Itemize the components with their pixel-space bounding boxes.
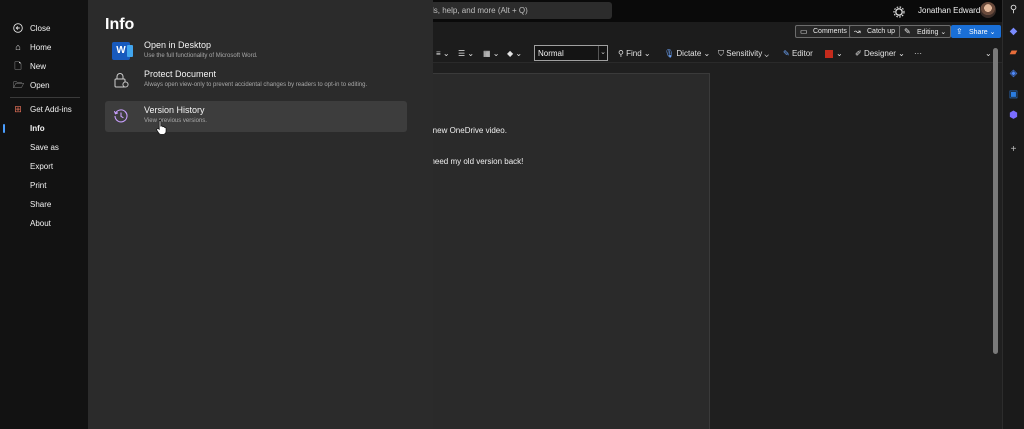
- teams-icon[interactable]: ⬢: [1008, 110, 1019, 121]
- nav-close-label: Close: [30, 24, 51, 33]
- option-title: Version History: [144, 105, 205, 115]
- nav-print[interactable]: Print: [0, 176, 88, 195]
- nav-open[interactable]: 🗁 Open: [0, 76, 88, 95]
- settings-gear-icon[interactable]: [893, 5, 905, 18]
- dictate-label: Dictate: [676, 49, 702, 58]
- share-icon: ⇪: [956, 27, 963, 36]
- microphone-icon: 🎙: [664, 49, 675, 58]
- nav-home[interactable]: ⌂ Home: [0, 38, 88, 57]
- borders-icon[interactable]: ▦ ⌄: [483, 47, 499, 60]
- collapse-ribbon-icon[interactable]: ⌄: [985, 47, 992, 60]
- protect-document-option[interactable]: Protect Document Always open view-only t…: [105, 65, 407, 96]
- home-icon: ⌂: [15, 42, 21, 52]
- backstage-nav: Close ⌂ Home 🗋 New 🗁 Open ⊞ Get Add-ins …: [0, 0, 88, 429]
- nav-print-label: Print: [30, 181, 47, 190]
- chevron-down-icon[interactable]: ⌄: [598, 46, 607, 60]
- page-title: Info: [105, 16, 135, 33]
- catch-up-button[interactable]: ↝ Catch up: [849, 25, 901, 38]
- nav-new[interactable]: 🗋 New: [0, 57, 88, 76]
- nav-info[interactable]: Info: [0, 119, 88, 138]
- chevron-down-icon: ⌄: [989, 29, 996, 36]
- nav-open-label: Open: [30, 81, 50, 90]
- nav-save-as-label: Save as: [30, 143, 59, 152]
- designer-icon: ✐: [855, 49, 862, 58]
- new-document-icon: 🗋: [14, 61, 22, 71]
- designer-button[interactable]: ✐ Designer ⌄: [855, 47, 905, 60]
- style-dropdown[interactable]: Normal ⌄: [534, 45, 608, 61]
- comments-label: Comments: [813, 28, 847, 35]
- hand-cursor-icon: [156, 119, 168, 135]
- editor-icon: ✎: [783, 49, 790, 58]
- share-button[interactable]: ⇪ Share ⌄: [951, 25, 1001, 38]
- editor-label: Editor: [791, 49, 813, 58]
- office-icon[interactable]: ▰: [1008, 47, 1019, 58]
- style-value: Normal: [538, 49, 564, 58]
- nav-export-label: Export: [30, 162, 54, 171]
- editing-label: Editing: [917, 29, 939, 36]
- lock-document-icon: [112, 71, 130, 89]
- comment-icon: ▭: [800, 27, 808, 36]
- sensitivity-icon: ⛉: [718, 49, 724, 58]
- info-panel: Info W Open in Desktop Use the full func…: [88, 0, 433, 429]
- nav-new-label: New: [30, 62, 47, 71]
- find-label: Find: [626, 49, 642, 58]
- option-description: Use the full functionality of Microsoft …: [144, 53, 258, 59]
- chevron-down-icon: ⌄: [940, 29, 947, 36]
- find-button[interactable]: ⚲ Find ⌄: [618, 47, 651, 60]
- comments-button[interactable]: ▭ Comments: [795, 25, 852, 38]
- nav-get-add-ins[interactable]: ⊞ Get Add-ins: [0, 100, 88, 119]
- dictate-button[interactable]: 🎙 Dictate ⌄: [664, 47, 710, 60]
- document-text-line[interactable]: e new OneDrive video.: [426, 126, 507, 135]
- history-clock-icon: [112, 107, 130, 125]
- designer-label: Designer: [863, 49, 896, 58]
- nav-about[interactable]: About: [0, 214, 88, 233]
- more-options-button[interactable]: ···: [914, 47, 922, 60]
- version-history-option[interactable]: Version History View previous versions.: [105, 101, 407, 132]
- selected-indicator: [3, 124, 5, 133]
- outlook-icon[interactable]: ▣: [1008, 89, 1019, 100]
- nav-info-label: Info: [30, 124, 45, 133]
- editor-button[interactable]: ✎ Editor: [783, 47, 813, 60]
- back-arrow-icon: [13, 23, 23, 33]
- nav-share-label: Share: [30, 200, 52, 209]
- nav-get-add-ins-label: Get Add-ins: [30, 105, 72, 114]
- nav-export[interactable]: Export: [0, 157, 88, 176]
- sensitivity-label: Sensitivity: [726, 49, 763, 58]
- sensitivity-button[interactable]: ⛉ Sensitivity ⌄: [718, 47, 769, 60]
- nav-about-label: About: [30, 219, 51, 228]
- catch-up-label: Catch up: [867, 28, 896, 35]
- option-title: Open in Desktop: [144, 40, 212, 50]
- color-picker[interactable]: ⌄: [825, 47, 843, 60]
- document-text-line[interactable]: I need my old version back!: [426, 157, 523, 166]
- vertical-scrollbar[interactable]: [993, 48, 998, 354]
- tag-icon[interactable]: ◆: [1008, 26, 1019, 37]
- nav-home-label: Home: [30, 43, 52, 52]
- option-description: Always open view-only to prevent acciden…: [144, 82, 368, 88]
- nav-close[interactable]: Close: [0, 19, 88, 38]
- search-icon: ⚲: [618, 49, 624, 58]
- add-icon[interactable]: +: [1008, 144, 1019, 155]
- open-in-desktop-option[interactable]: W Open in Desktop Use the full functiona…: [105, 36, 407, 67]
- option-title: Protect Document: [144, 69, 217, 79]
- avatar[interactable]: [980, 2, 996, 18]
- nav-save-as[interactable]: Save as: [0, 138, 88, 157]
- user-name[interactable]: Jonathan Edwards: [918, 6, 984, 15]
- divider: [10, 97, 80, 98]
- catch-up-icon: ↝: [854, 27, 861, 36]
- add-ins-icon: ⊞: [14, 104, 22, 114]
- share-label: Share: [969, 29, 988, 36]
- red-swatch-icon: [825, 49, 833, 58]
- align-icon[interactable]: ☰ ⌄: [458, 47, 474, 60]
- option-description: View previous versions.: [144, 118, 207, 124]
- shading-icon[interactable]: ◆ ⌄: [507, 47, 522, 60]
- pencil-icon: ✎: [904, 27, 911, 36]
- folder-icon: 🗁: [13, 80, 25, 90]
- search-icon[interactable]: ⚲: [1008, 4, 1019, 15]
- word-icon: W: [112, 42, 133, 60]
- right-app-rail: ⚲ ◆ ▰ ◈ ▣ ⬢ +: [1002, 0, 1024, 429]
- nav-share[interactable]: Share: [0, 195, 88, 214]
- bullets-icon[interactable]: ≡ ⌄: [436, 47, 450, 60]
- editing-mode-button[interactable]: ✎ Editing ⌄: [899, 25, 952, 38]
- copilot-icon[interactable]: ◈: [1008, 68, 1019, 79]
